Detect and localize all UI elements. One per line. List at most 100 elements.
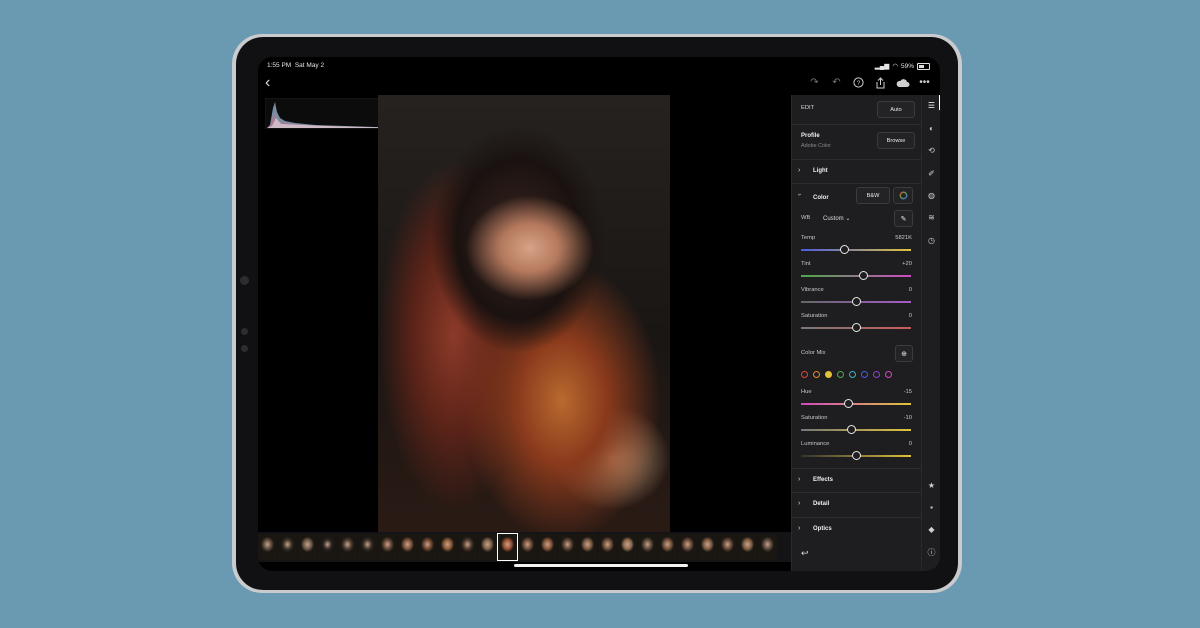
edit-sliders-icon[interactable]: ☰ [925, 99, 938, 112]
filmstrip-thumbnail[interactable] [718, 534, 737, 560]
filmstrip-thumbnail[interactable] [378, 534, 397, 560]
section-detail[interactable]: › Detail [792, 492, 922, 515]
filmstrip-thumbnail[interactable] [558, 534, 577, 560]
section-optics[interactable]: › Optics [792, 517, 922, 540]
share-icon[interactable] [873, 75, 888, 90]
photo-canvas[interactable] [258, 95, 791, 532]
presets-icon[interactable]: ◐ [925, 122, 938, 135]
filmstrip-thumbnail[interactable] [598, 534, 617, 560]
filmstrip-thumbnail[interactable] [738, 534, 757, 560]
edited-photo [378, 95, 670, 532]
sensor-dot [241, 328, 248, 335]
slider-knob[interactable] [846, 425, 856, 434]
crop-icon[interactable]: ⟲ [925, 144, 938, 157]
filmstrip-thumbnail[interactable] [338, 534, 357, 560]
browse-button[interactable]: Browse [877, 132, 915, 149]
filmstrip-thumbnail[interactable] [538, 534, 557, 560]
comment-icon[interactable]: ▪ [925, 501, 938, 514]
slider-label: Tint [801, 261, 811, 267]
slider-knob[interactable] [852, 323, 861, 332]
slider-value[interactable]: 0 [909, 287, 912, 293]
section-effects[interactable]: › Effects [792, 468, 922, 491]
filmstrip-thumbnail[interactable] [438, 534, 457, 560]
versions-icon[interactable]: ≋ [925, 211, 938, 224]
filmstrip-thumbnail[interactable] [758, 534, 777, 560]
slider-knob[interactable] [852, 451, 861, 460]
color-mix-swatch[interactable] [801, 371, 808, 378]
color-mix-swatch[interactable] [849, 371, 856, 378]
chevron-down-icon: › [795, 193, 803, 196]
slider-track[interactable] [801, 323, 911, 332]
filmstrip-thumbnail[interactable] [418, 534, 437, 560]
filmstrip-thumbnail[interactable] [258, 534, 277, 560]
filmstrip-thumbnail[interactable] [518, 534, 537, 560]
filmstrip-thumbnail[interactable] [458, 534, 477, 560]
color-mix-swatches [801, 371, 892, 378]
filmstrip-thumbnail[interactable] [358, 534, 377, 560]
eyedropper-button[interactable]: ✎ [894, 210, 913, 227]
back-chevron-icon[interactable]: ‹ [265, 74, 270, 92]
tool-rail: ☰ ◐ ⟲ ✐ ◍ ≋ ◷ ★ ▪ ◆ ⓘ [921, 95, 940, 571]
targeted-adjust-button[interactable]: ⊕ [895, 345, 913, 362]
help-icon[interactable]: ? [851, 75, 866, 90]
slider-knob[interactable] [852, 297, 861, 306]
color-mix-swatch[interactable] [837, 371, 844, 378]
auto-button[interactable]: Auto [877, 101, 915, 118]
color-mix-swatch[interactable] [813, 371, 820, 378]
color-wheel-button[interactable] [893, 187, 913, 204]
svg-text:?: ? [857, 80, 861, 87]
info-icon[interactable]: ⓘ [925, 546, 938, 559]
color-mix-swatch[interactable] [825, 371, 832, 378]
slider-value[interactable]: -15 [904, 389, 912, 395]
healing-icon[interactable]: ✐ [925, 167, 938, 180]
filmstrip-thumbnail[interactable] [478, 534, 497, 560]
filmstrip-thumbnail[interactable] [618, 534, 637, 560]
section-light[interactable]: › Light [792, 159, 922, 182]
toolbar-actions: ↷ ↶ ? ••• [807, 75, 932, 90]
slider-knob[interactable] [839, 245, 849, 254]
slider-track[interactable] [801, 297, 911, 306]
filmstrip-thumbnail[interactable] [678, 534, 697, 560]
undo-icon[interactable]: ↶ [829, 75, 844, 90]
slider-label: Luminance [801, 441, 830, 447]
wb-value: Custom [823, 216, 844, 222]
redo-icon[interactable]: ↷ [807, 75, 822, 90]
cloud-sync-icon[interactable] [895, 75, 910, 90]
filmstrip-thumbnail[interactable] [578, 534, 597, 560]
wb-dropdown[interactable]: Custom ⌄ [823, 215, 850, 222]
more-icon[interactable]: ••• [917, 75, 932, 90]
slider-track[interactable] [801, 399, 911, 408]
history-icon[interactable]: ◷ [925, 234, 938, 247]
filmstrip-thumbnail[interactable] [698, 534, 717, 560]
color-mix-swatch[interactable] [885, 371, 892, 378]
filmstrip-thumbnail[interactable] [298, 534, 317, 560]
slider-value[interactable]: 5821K [895, 235, 912, 241]
filmstrip-thumbnail[interactable] [638, 534, 657, 560]
bw-button[interactable]: B&W [856, 187, 890, 204]
home-indicator[interactable] [514, 564, 688, 567]
filmstrip-thumbnail[interactable] [318, 534, 337, 560]
filmstrip-thumbnail[interactable] [497, 533, 518, 561]
slider-knob[interactable] [844, 399, 854, 408]
color-mix-swatch[interactable] [861, 371, 868, 378]
slider-track[interactable] [801, 451, 911, 460]
color-mix-swatch[interactable] [873, 371, 880, 378]
slider-value[interactable]: 0 [909, 313, 912, 319]
sensor-dot [241, 345, 248, 352]
slider-track[interactable] [801, 425, 911, 434]
slider-knob[interactable] [858, 271, 868, 280]
filmstrip-thumbnail[interactable] [398, 534, 417, 560]
slider-track[interactable] [801, 245, 911, 254]
filmstrip-thumbnail[interactable] [658, 534, 677, 560]
battery-icon [917, 62, 930, 70]
filmstrip-thumbnail[interactable] [278, 534, 297, 560]
masking-icon[interactable]: ◍ [925, 189, 938, 202]
tag-icon[interactable]: ◆ [925, 523, 938, 536]
divider [792, 124, 922, 125]
slider-track[interactable] [801, 271, 911, 280]
slider-value[interactable]: +20 [902, 261, 912, 267]
star-icon[interactable]: ★ [925, 479, 938, 492]
reset-undo-icon[interactable]: ↩ [801, 548, 809, 559]
slider-value[interactable]: 0 [909, 441, 912, 447]
slider-value[interactable]: -10 [904, 415, 912, 421]
